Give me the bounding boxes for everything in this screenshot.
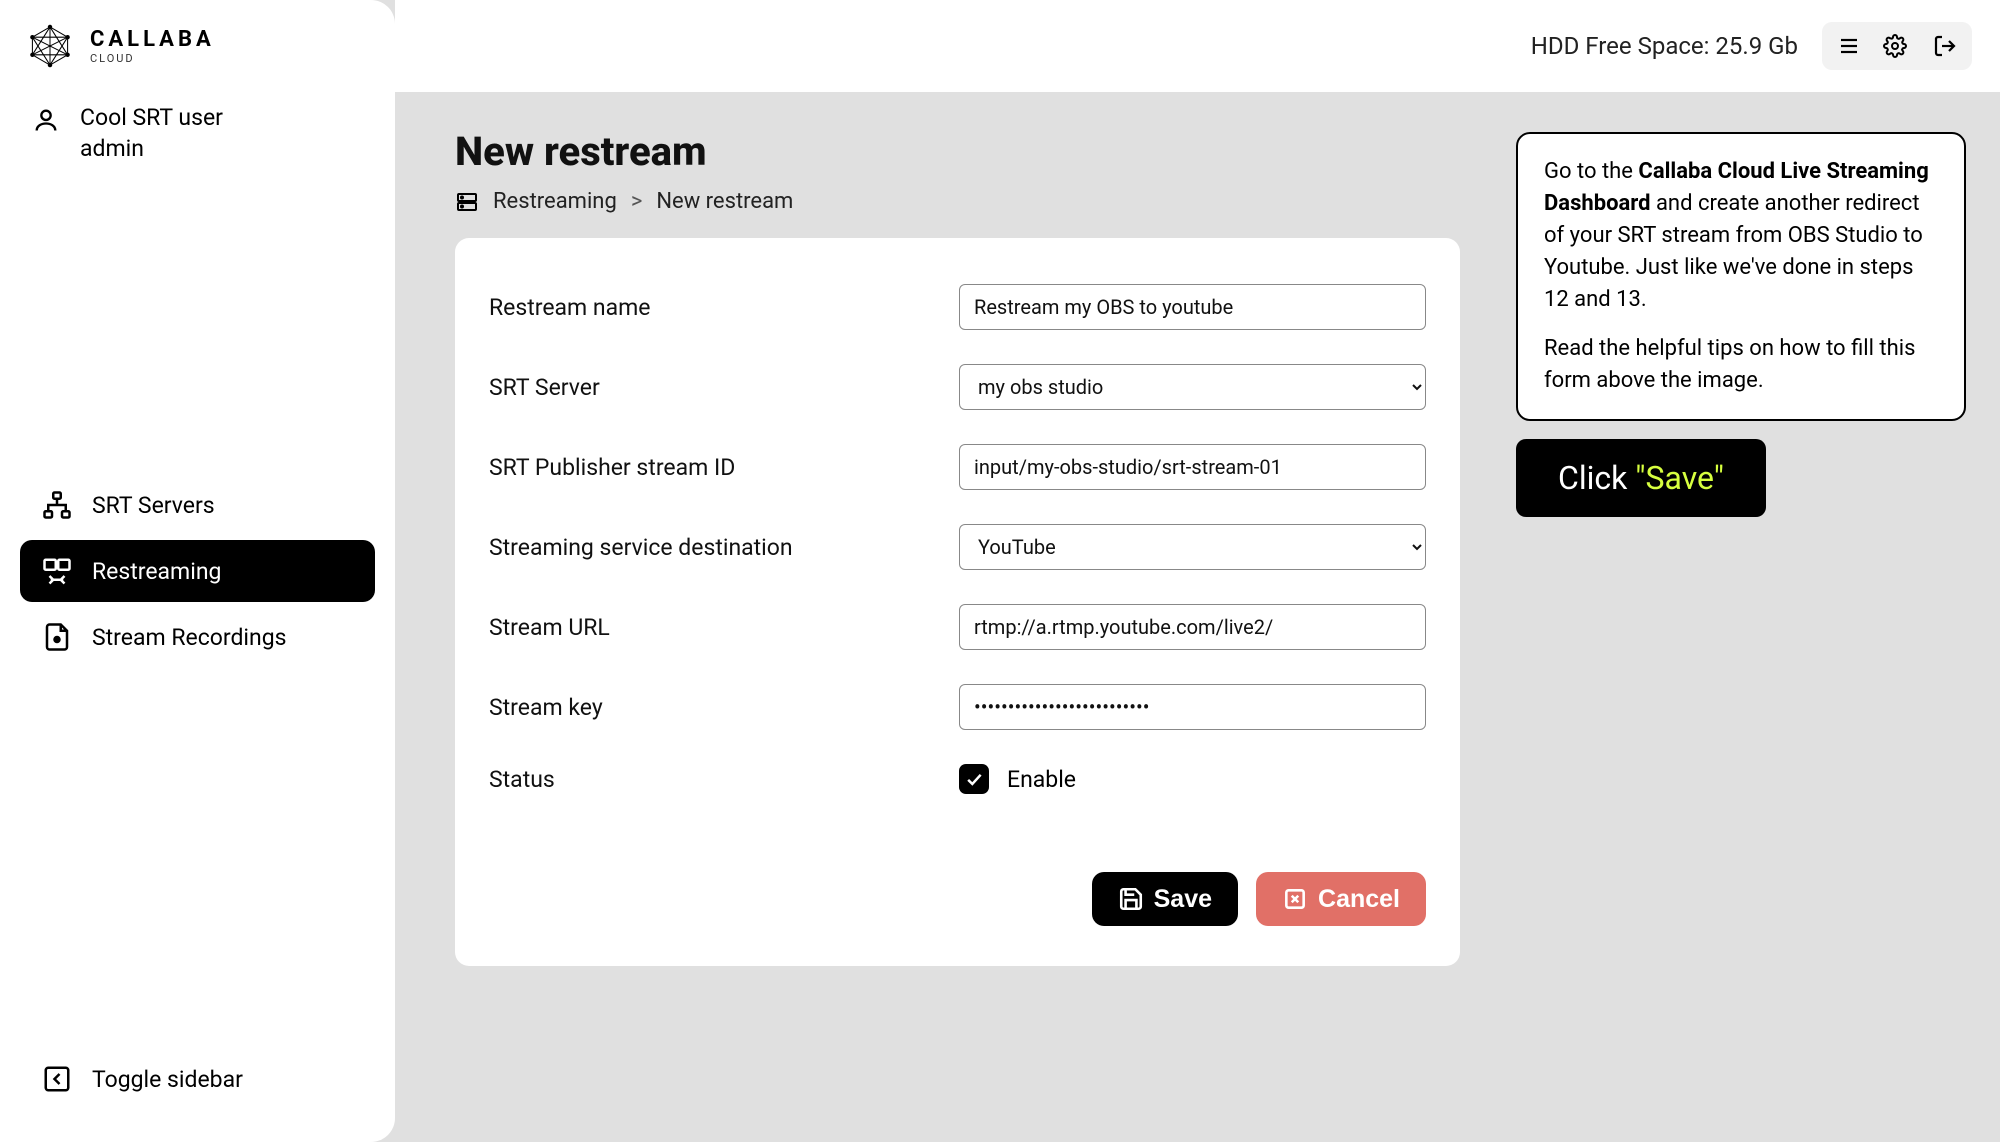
recording-icon <box>42 622 72 652</box>
save-button[interactable]: Save <box>1092 872 1238 926</box>
destination-select[interactable]: YouTube <box>959 524 1426 570</box>
topbar-actions <box>1822 22 1972 70</box>
gear-icon <box>1883 34 1907 58</box>
cancel-icon <box>1282 886 1308 912</box>
topbar: HDD Free Space: 25.9 Gb <box>395 0 2000 92</box>
sidebar-item-label: Stream Recordings <box>92 624 287 651</box>
form-card: Restream name SRT Server my obs studio S… <box>455 238 1460 966</box>
logout-icon <box>1933 34 1957 58</box>
user-block: Cool SRT user admin <box>0 84 395 174</box>
brand: CALLABA CLOUD <box>0 0 395 84</box>
collapse-icon <box>42 1064 72 1094</box>
restream-name-input[interactable] <box>959 284 1426 330</box>
sidebar-item-recordings[interactable]: Stream Recordings <box>20 606 375 668</box>
sidebar-nav: SRT Servers Restreaming Stream Recording… <box>0 474 395 672</box>
sidebar-item-srt-servers[interactable]: SRT Servers <box>20 474 375 536</box>
stream-url-label: Stream URL <box>489 614 959 641</box>
hdd-free-space: HDD Free Space: 25.9 Gb <box>1531 32 1798 60</box>
stream-key-label: Stream key <box>489 694 959 721</box>
user-role: admin <box>80 133 223 164</box>
logout-button[interactable] <box>1922 26 1968 66</box>
hint-box: Go to the Callaba Cloud Live Streaming D… <box>1516 132 1966 421</box>
hint-panel: Go to the Callaba Cloud Live Streaming D… <box>1516 132 1966 517</box>
user-icon <box>32 106 60 134</box>
menu-button[interactable] <box>1826 26 1872 66</box>
brand-subtitle: CLOUD <box>90 52 215 65</box>
srt-server-label: SRT Server <box>489 374 959 401</box>
sidebar: CALLABA CLOUD Cool SRT user admin SRT Se… <box>0 0 395 1142</box>
server-icon <box>455 190 479 214</box>
restream-name-label: Restream name <box>489 294 959 321</box>
destination-label: Streaming service destination <box>489 534 959 561</box>
menu-icon <box>1837 34 1861 58</box>
settings-button[interactable] <box>1872 26 1918 66</box>
breadcrumb-separator: > <box>631 189 643 214</box>
save-icon <box>1118 886 1144 912</box>
network-icon <box>42 490 72 520</box>
enable-label: Enable <box>1007 766 1076 793</box>
restream-icon <box>42 556 72 586</box>
srt-publisher-input[interactable] <box>959 444 1426 490</box>
check-icon <box>964 769 984 789</box>
srt-server-select[interactable]: my obs studio <box>959 364 1426 410</box>
sidebar-item-label: SRT Servers <box>92 492 215 519</box>
status-label: Status <box>489 766 959 793</box>
brand-logo-icon <box>28 24 72 68</box>
breadcrumb-parent[interactable]: Restreaming <box>493 189 617 214</box>
sidebar-item-restreaming[interactable]: Restreaming <box>20 540 375 602</box>
sidebar-item-label: Restreaming <box>92 558 221 585</box>
cancel-button[interactable]: Cancel <box>1256 872 1426 926</box>
brand-name: CALLABA <box>90 27 215 52</box>
toggle-sidebar-label: Toggle sidebar <box>92 1066 243 1093</box>
breadcrumb-current: New restream <box>656 189 793 214</box>
srt-publisher-label: SRT Publisher stream ID <box>489 454 959 481</box>
enable-checkbox[interactable] <box>959 764 989 794</box>
user-name: Cool SRT user <box>80 102 223 133</box>
main-content: New restream Restreaming > New restream … <box>395 92 2000 1142</box>
hint-callout: Click "Save" <box>1516 439 1766 517</box>
toggle-sidebar-button[interactable]: Toggle sidebar <box>20 1048 375 1110</box>
stream-url-input[interactable] <box>959 604 1426 650</box>
stream-key-input[interactable] <box>959 684 1426 730</box>
